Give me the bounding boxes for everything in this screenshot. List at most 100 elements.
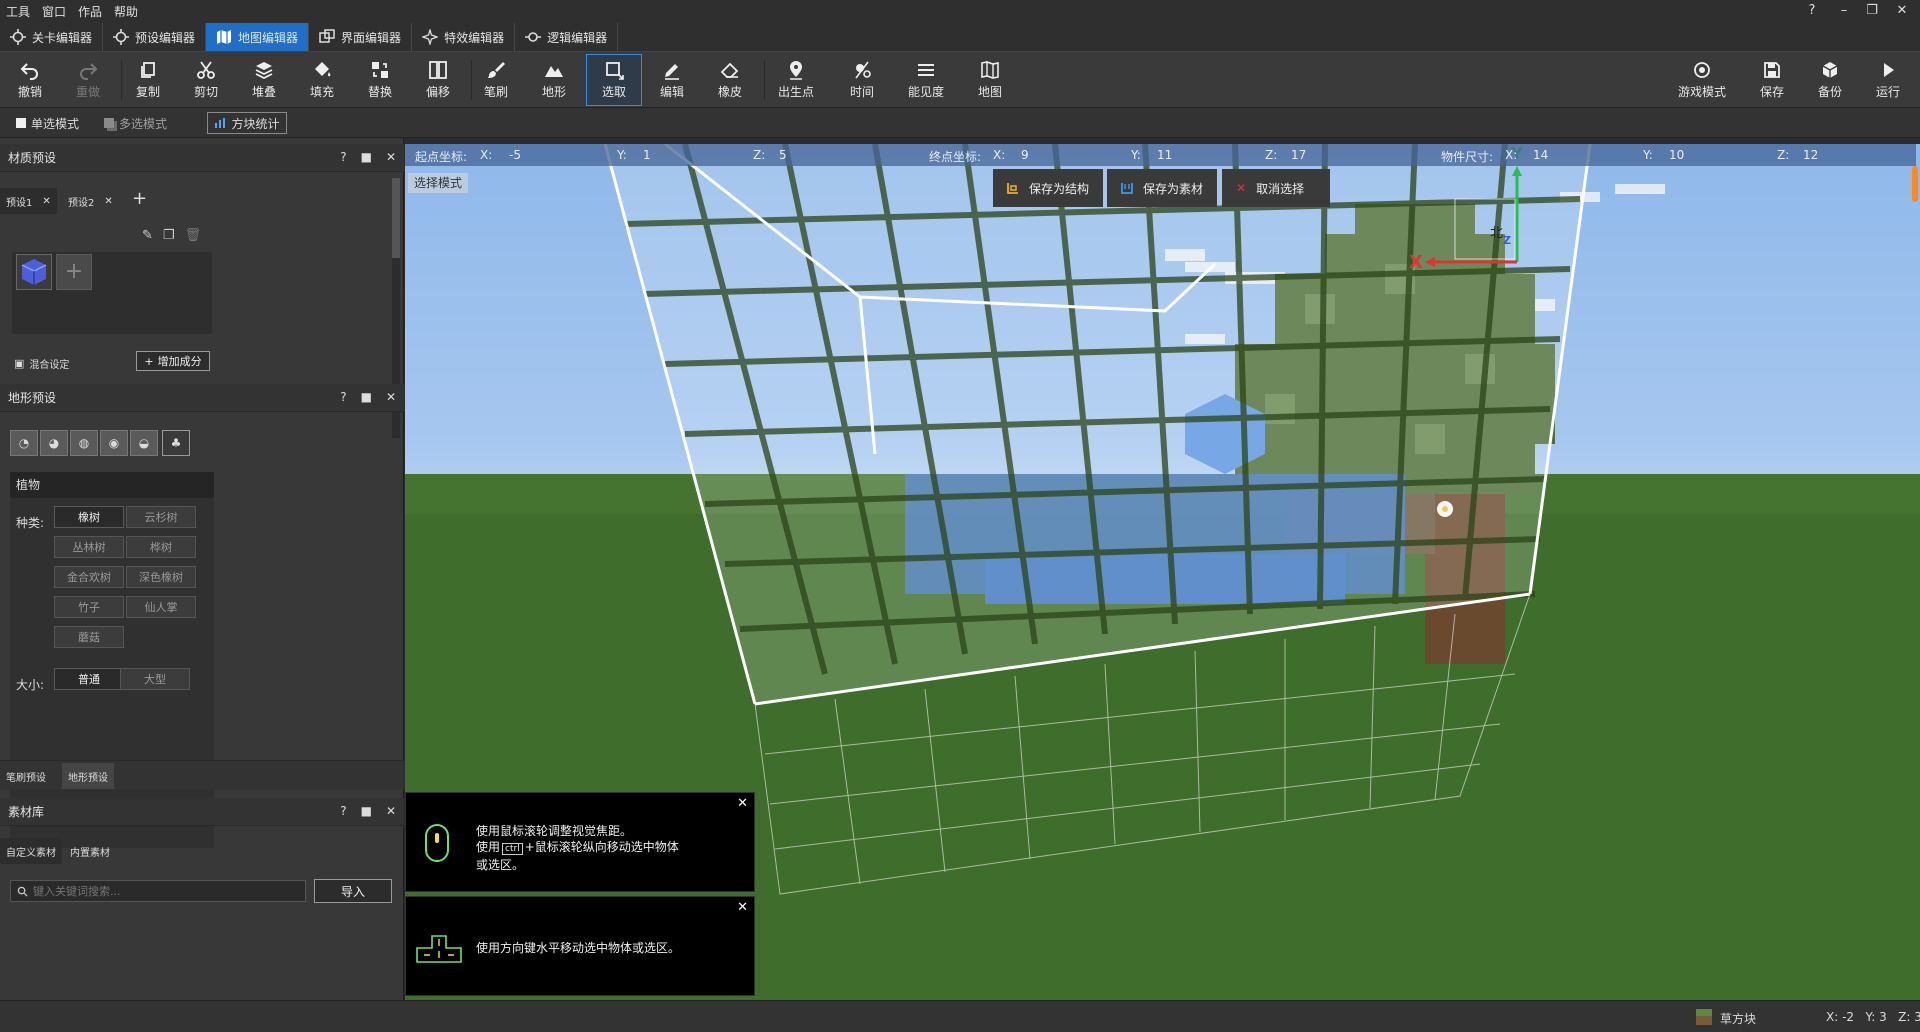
- terrain-lake-icon[interactable]: ◒: [130, 430, 158, 456]
- kind-bamboo[interactable]: 竹子: [54, 596, 124, 618]
- redo-label: 重做: [75, 85, 100, 99]
- replace-button[interactable]: 替换: [352, 54, 408, 106]
- tree-icon[interactable]: ♣: [162, 430, 190, 456]
- viewport-scroll-handle[interactable]: [1912, 166, 1918, 202]
- help-icon[interactable]: ?: [340, 150, 346, 164]
- tab-preset-editor[interactable]: 预设编辑器: [103, 23, 207, 51]
- fill-button[interactable]: 填充: [294, 54, 350, 106]
- material-slot[interactable]: [16, 254, 52, 290]
- tab-preset-2[interactable]: 预设2 ✕: [62, 188, 119, 214]
- menu-works[interactable]: 作品: [72, 3, 108, 20]
- offset-label: 偏移: [425, 85, 450, 99]
- menu-window[interactable]: 窗口: [36, 3, 72, 20]
- help-icon[interactable]: ?: [340, 804, 346, 818]
- eraser-button[interactable]: 橡皮: [702, 54, 758, 106]
- kind-spruce[interactable]: 云杉树: [126, 506, 196, 528]
- close-window-button[interactable]: ✕: [1888, 0, 1916, 22]
- kind-jungle[interactable]: 丛林树: [54, 536, 124, 558]
- search-input[interactable]: [33, 884, 293, 898]
- close-icon[interactable]: ✕: [104, 196, 112, 207]
- tab-ui-editor[interactable]: 界面编辑器: [309, 23, 413, 51]
- run-button[interactable]: 运行: [1860, 54, 1916, 106]
- cut-button[interactable]: 剪切: [178, 54, 234, 106]
- backup-button[interactable]: 备份: [1802, 54, 1858, 106]
- size-normal[interactable]: 普通: [54, 668, 124, 690]
- menu-tools[interactable]: 工具: [0, 3, 36, 20]
- undo-button[interactable]: 撤销: [2, 54, 58, 106]
- eyedropper-icon[interactable]: ✎: [142, 228, 153, 243]
- undo-icon: [20, 63, 38, 80]
- tab-map-editor[interactable]: 地图编辑器: [206, 23, 310, 51]
- terrain-button[interactable]: 地形: [526, 54, 582, 106]
- close-icon[interactable]: ✕: [42, 196, 50, 207]
- help-window-button[interactable]: ?: [1798, 0, 1826, 22]
- edit-button[interactable]: 编辑: [644, 54, 700, 106]
- trash-icon[interactable]: 🗑: [185, 228, 202, 243]
- mix-setting[interactable]: ▣ 混合设定: [14, 356, 69, 371]
- save-button[interactable]: 保存: [1744, 54, 1800, 106]
- terrain-slope-icon[interactable]: ◕: [40, 430, 68, 456]
- float-icon[interactable]: ■: [361, 150, 372, 164]
- close-icon[interactable]: ✕: [386, 150, 396, 164]
- asset-search[interactable]: [10, 880, 306, 902]
- select-button[interactable]: 选取: [586, 54, 642, 106]
- spawn-button[interactable]: 出生点: [768, 54, 824, 106]
- terrain-crater-icon[interactable]: ◍: [70, 430, 98, 456]
- minimize-button[interactable]: –: [1830, 0, 1858, 22]
- save-as-asset-button[interactable]: 保存为素材: [1107, 169, 1218, 207]
- brush-button[interactable]: 笔刷: [468, 54, 524, 106]
- end-x-key: X:: [993, 148, 1006, 162]
- kind-oak[interactable]: 橡树: [54, 506, 124, 528]
- end-x-value: 9: [1021, 148, 1029, 162]
- brush-label: 笔刷: [483, 85, 508, 99]
- terrain-flat-icon[interactable]: ◉: [100, 430, 128, 456]
- float-icon[interactable]: ■: [361, 390, 372, 404]
- kind-birch[interactable]: 桦树: [126, 536, 196, 558]
- terrain-label: 地形: [541, 85, 566, 99]
- tab-custom-assets[interactable]: 自定义素材: [0, 838, 62, 864]
- tab-brush-preset[interactable]: 笔刷预设: [0, 763, 52, 789]
- single-select-mode[interactable]: 单选模式: [16, 113, 79, 133]
- time-button[interactable]: 时间: [834, 54, 890, 106]
- add-material-slot[interactable]: +: [56, 254, 92, 290]
- block-stats-button[interactable]: 方块统计: [207, 112, 287, 134]
- tab-level-editor[interactable]: 关卡编辑器: [0, 23, 104, 51]
- stack-button[interactable]: 堆叠: [236, 54, 292, 106]
- redo-button[interactable]: 重做: [60, 54, 116, 106]
- tab-label: 逻辑编辑器: [547, 30, 608, 45]
- close-icon[interactable]: ✕: [737, 900, 748, 915]
- size-large[interactable]: 大型: [120, 668, 190, 690]
- start-y-value: 1: [643, 148, 651, 162]
- close-icon[interactable]: ✕: [386, 804, 396, 818]
- terrain-hill-icon[interactable]: ◔: [10, 430, 38, 456]
- add-tab-button[interactable]: +: [132, 188, 147, 209]
- axis-z-label: Z: [1503, 234, 1511, 247]
- import-button[interactable]: 导入: [314, 879, 392, 903]
- tab-logic-editor[interactable]: 逻辑编辑器: [515, 23, 619, 51]
- menu-help[interactable]: 帮助: [108, 3, 144, 20]
- tab-effect-editor[interactable]: 特效编辑器: [412, 23, 516, 51]
- map-button[interactable]: 地图: [962, 54, 1018, 106]
- search-icon: [17, 886, 28, 897]
- game-mode-button[interactable]: 游戏模式: [1674, 54, 1730, 106]
- visibility-button[interactable]: 能见度: [898, 54, 954, 106]
- kind-mushroom[interactable]: 蘑菇: [54, 626, 124, 648]
- duplicate-icon[interactable]: ❐: [163, 228, 175, 243]
- tab-preset-1[interactable]: 预设1 ✕: [0, 188, 57, 214]
- add-component-button[interactable]: + 增加成分: [136, 351, 210, 371]
- cancel-selection-button[interactable]: ✕ 取消选择: [1222, 169, 1330, 207]
- copy-button[interactable]: 复制: [120, 54, 176, 106]
- kind-cactus[interactable]: 仙人掌: [126, 596, 196, 618]
- tab-builtin-assets[interactable]: 内置素材: [64, 838, 116, 864]
- help-icon[interactable]: ?: [340, 390, 346, 404]
- close-icon[interactable]: ✕: [386, 390, 396, 404]
- float-icon[interactable]: ■: [361, 804, 372, 818]
- multi-select-mode[interactable]: 多选模式: [104, 113, 167, 133]
- maximize-button[interactable]: ❐: [1858, 0, 1886, 22]
- save-as-structure-button[interactable]: 保存为结构: [993, 169, 1104, 207]
- offset-button[interactable]: 偏移: [410, 54, 466, 106]
- close-icon[interactable]: ✕: [737, 796, 748, 811]
- tab-terrain-preset[interactable]: 地形预设: [62, 763, 114, 789]
- kind-acacia[interactable]: 金合欢树: [54, 566, 124, 588]
- kind-dark-oak[interactable]: 深色橡树: [126, 566, 196, 588]
